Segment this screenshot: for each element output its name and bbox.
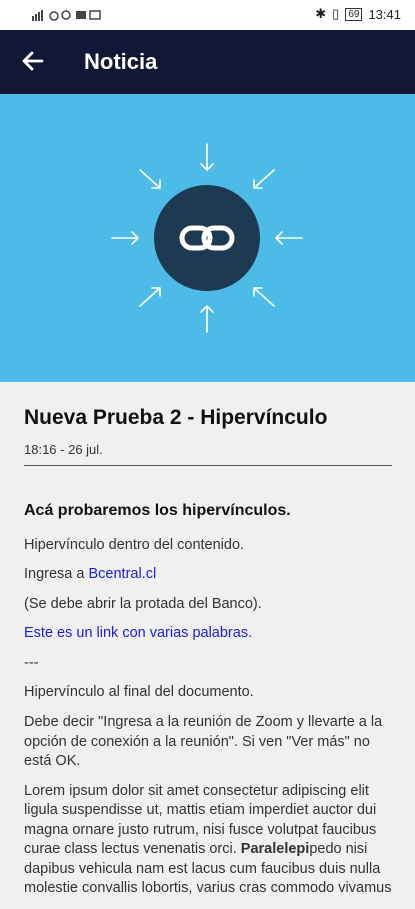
article-title: Nueva Prueba 2 - Hipervínculo (24, 406, 328, 429)
multiword-link[interactable]: Este es un link con varias palabras. (24, 625, 252, 641)
battery-indicator: 69 (345, 7, 363, 21)
paragraph-4: Este es un link con varias palabras. (24, 624, 392, 644)
status-icons-left (32, 9, 102, 21)
paragraph-2-prefix: Ingresa a (24, 566, 89, 583)
article: Nueva Prueba 2 - Hipervínculo 18:16 - 26… (24, 382, 392, 909)
status-bar: ✱ ▯ 69 13:41 (0, 0, 415, 30)
paragraph-6: Hipervínculo al final del documento. (24, 684, 254, 701)
paragraph-3: (Se debe abrir la protada del Banco). (24, 595, 262, 612)
link-illustration (111, 143, 303, 333)
page-title: Noticia (84, 49, 158, 74)
status-icons-right: ✱ ▯ 69 13:41 (315, 6, 401, 22)
hero-image (0, 94, 415, 382)
paragraph-1: Hipervínculo dentro del contenido. (24, 536, 245, 553)
clock: 13:41 (368, 6, 401, 22)
vibrate-icon: ▯ (332, 6, 340, 21)
link-circle (154, 185, 260, 291)
notification-icons (32, 10, 101, 21)
back-arrow-icon[interactable] (20, 48, 46, 74)
separator-text: --- (24, 654, 39, 671)
article-heading: Acá probaremos los hipervínculos. (24, 502, 291, 519)
article-body: Acá probaremos los hipervínculos. Hiperv… (24, 500, 392, 899)
paragraph-8-bold: Paralelepi (240, 841, 310, 858)
app-bar: Noticia (0, 30, 415, 94)
paragraph-8: Lorem ipsum dolor sit amet consectetur a… (24, 782, 392, 899)
bluetooth-icon: ✱ (315, 6, 327, 21)
paragraph-7: Debe decir "Ingresa a la reunión de Zoom… (24, 713, 383, 770)
bcentral-link[interactable]: Bcentral.cl (89, 566, 157, 582)
paragraph-2: Ingresa a Bcentral.cl (24, 565, 392, 585)
article-date: 18:16 - 26 jul. (24, 442, 392, 466)
